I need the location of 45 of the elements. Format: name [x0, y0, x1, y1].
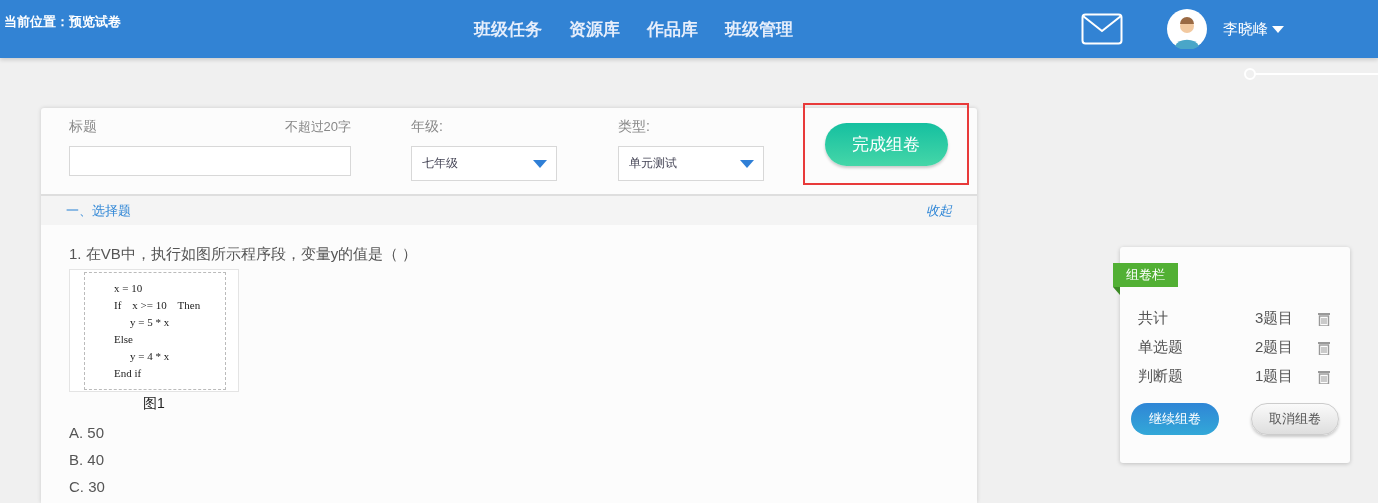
- finish-button[interactable]: 完成组卷: [824, 122, 948, 166]
- mail-icon[interactable]: [1081, 13, 1123, 45]
- panel-tag: 组卷栏: [1113, 263, 1178, 287]
- field-label: 类型:: [618, 118, 651, 136]
- field-label: 标题: [69, 118, 97, 136]
- code-line: y = 4 * x: [129, 348, 171, 364]
- count-text: 3题目: [1255, 309, 1295, 328]
- tag-fold-icon: [1113, 287, 1120, 295]
- collapse-link[interactable]: 收起: [926, 201, 952, 220]
- count-text: 1题目: [1255, 367, 1295, 386]
- code-line: y = 5 * x: [129, 314, 171, 330]
- code-line: x = 10: [114, 280, 144, 296]
- answer-option[interactable]: B. 40: [69, 446, 977, 473]
- field-label: 年级:: [411, 118, 444, 136]
- location-text: 当前位置：预览试卷: [4, 13, 122, 31]
- code-line: End if: [114, 365, 143, 381]
- avatar-icon[interactable]: [1167, 9, 1207, 49]
- continue-button[interactable]: 继续组卷: [1131, 403, 1219, 435]
- answer-option[interactable]: C. 30: [69, 473, 977, 500]
- question-text: 1. 在VB中，执行如图所示程序段，变量y的值是（ ）: [69, 245, 419, 264]
- dropdown[interactable]: 单元测试: [618, 146, 764, 181]
- user-menu[interactable]: 李晓峰: [1223, 19, 1284, 39]
- code-line: If x >= 10 Then: [114, 297, 202, 313]
- nav-link[interactable]: 班级任务: [474, 17, 542, 41]
- count-text: 2题目: [1255, 338, 1295, 357]
- hint-text: 不超过20字: [284, 118, 351, 136]
- title-field[interactable]: [69, 146, 351, 176]
- section-heading: 一、选择题: [66, 201, 131, 220]
- caret-icon: [533, 159, 547, 168]
- trash-icon[interactable]: [1318, 340, 1330, 355]
- nav-link[interactable]: 作品库: [647, 17, 698, 41]
- figure-caption: 图1: [142, 395, 166, 413]
- trash-icon[interactable]: [1318, 369, 1330, 384]
- row-label: 共计: [1138, 309, 1169, 328]
- row-label: 判断题: [1138, 367, 1184, 386]
- nav-link[interactable]: 资源库: [569, 17, 620, 41]
- trash-icon[interactable]: [1318, 311, 1330, 326]
- row-label: 单选题: [1138, 338, 1184, 357]
- nav-link[interactable]: 班级管理: [725, 17, 793, 41]
- caret-icon: [740, 159, 754, 168]
- answer-option[interactable]: A. 50: [69, 419, 977, 446]
- dropdown[interactable]: 七年级: [411, 146, 557, 181]
- caret-icon: [1272, 25, 1284, 33]
- code-line: Else: [114, 331, 134, 347]
- cancel-button[interactable]: 取消组卷: [1251, 403, 1339, 435]
